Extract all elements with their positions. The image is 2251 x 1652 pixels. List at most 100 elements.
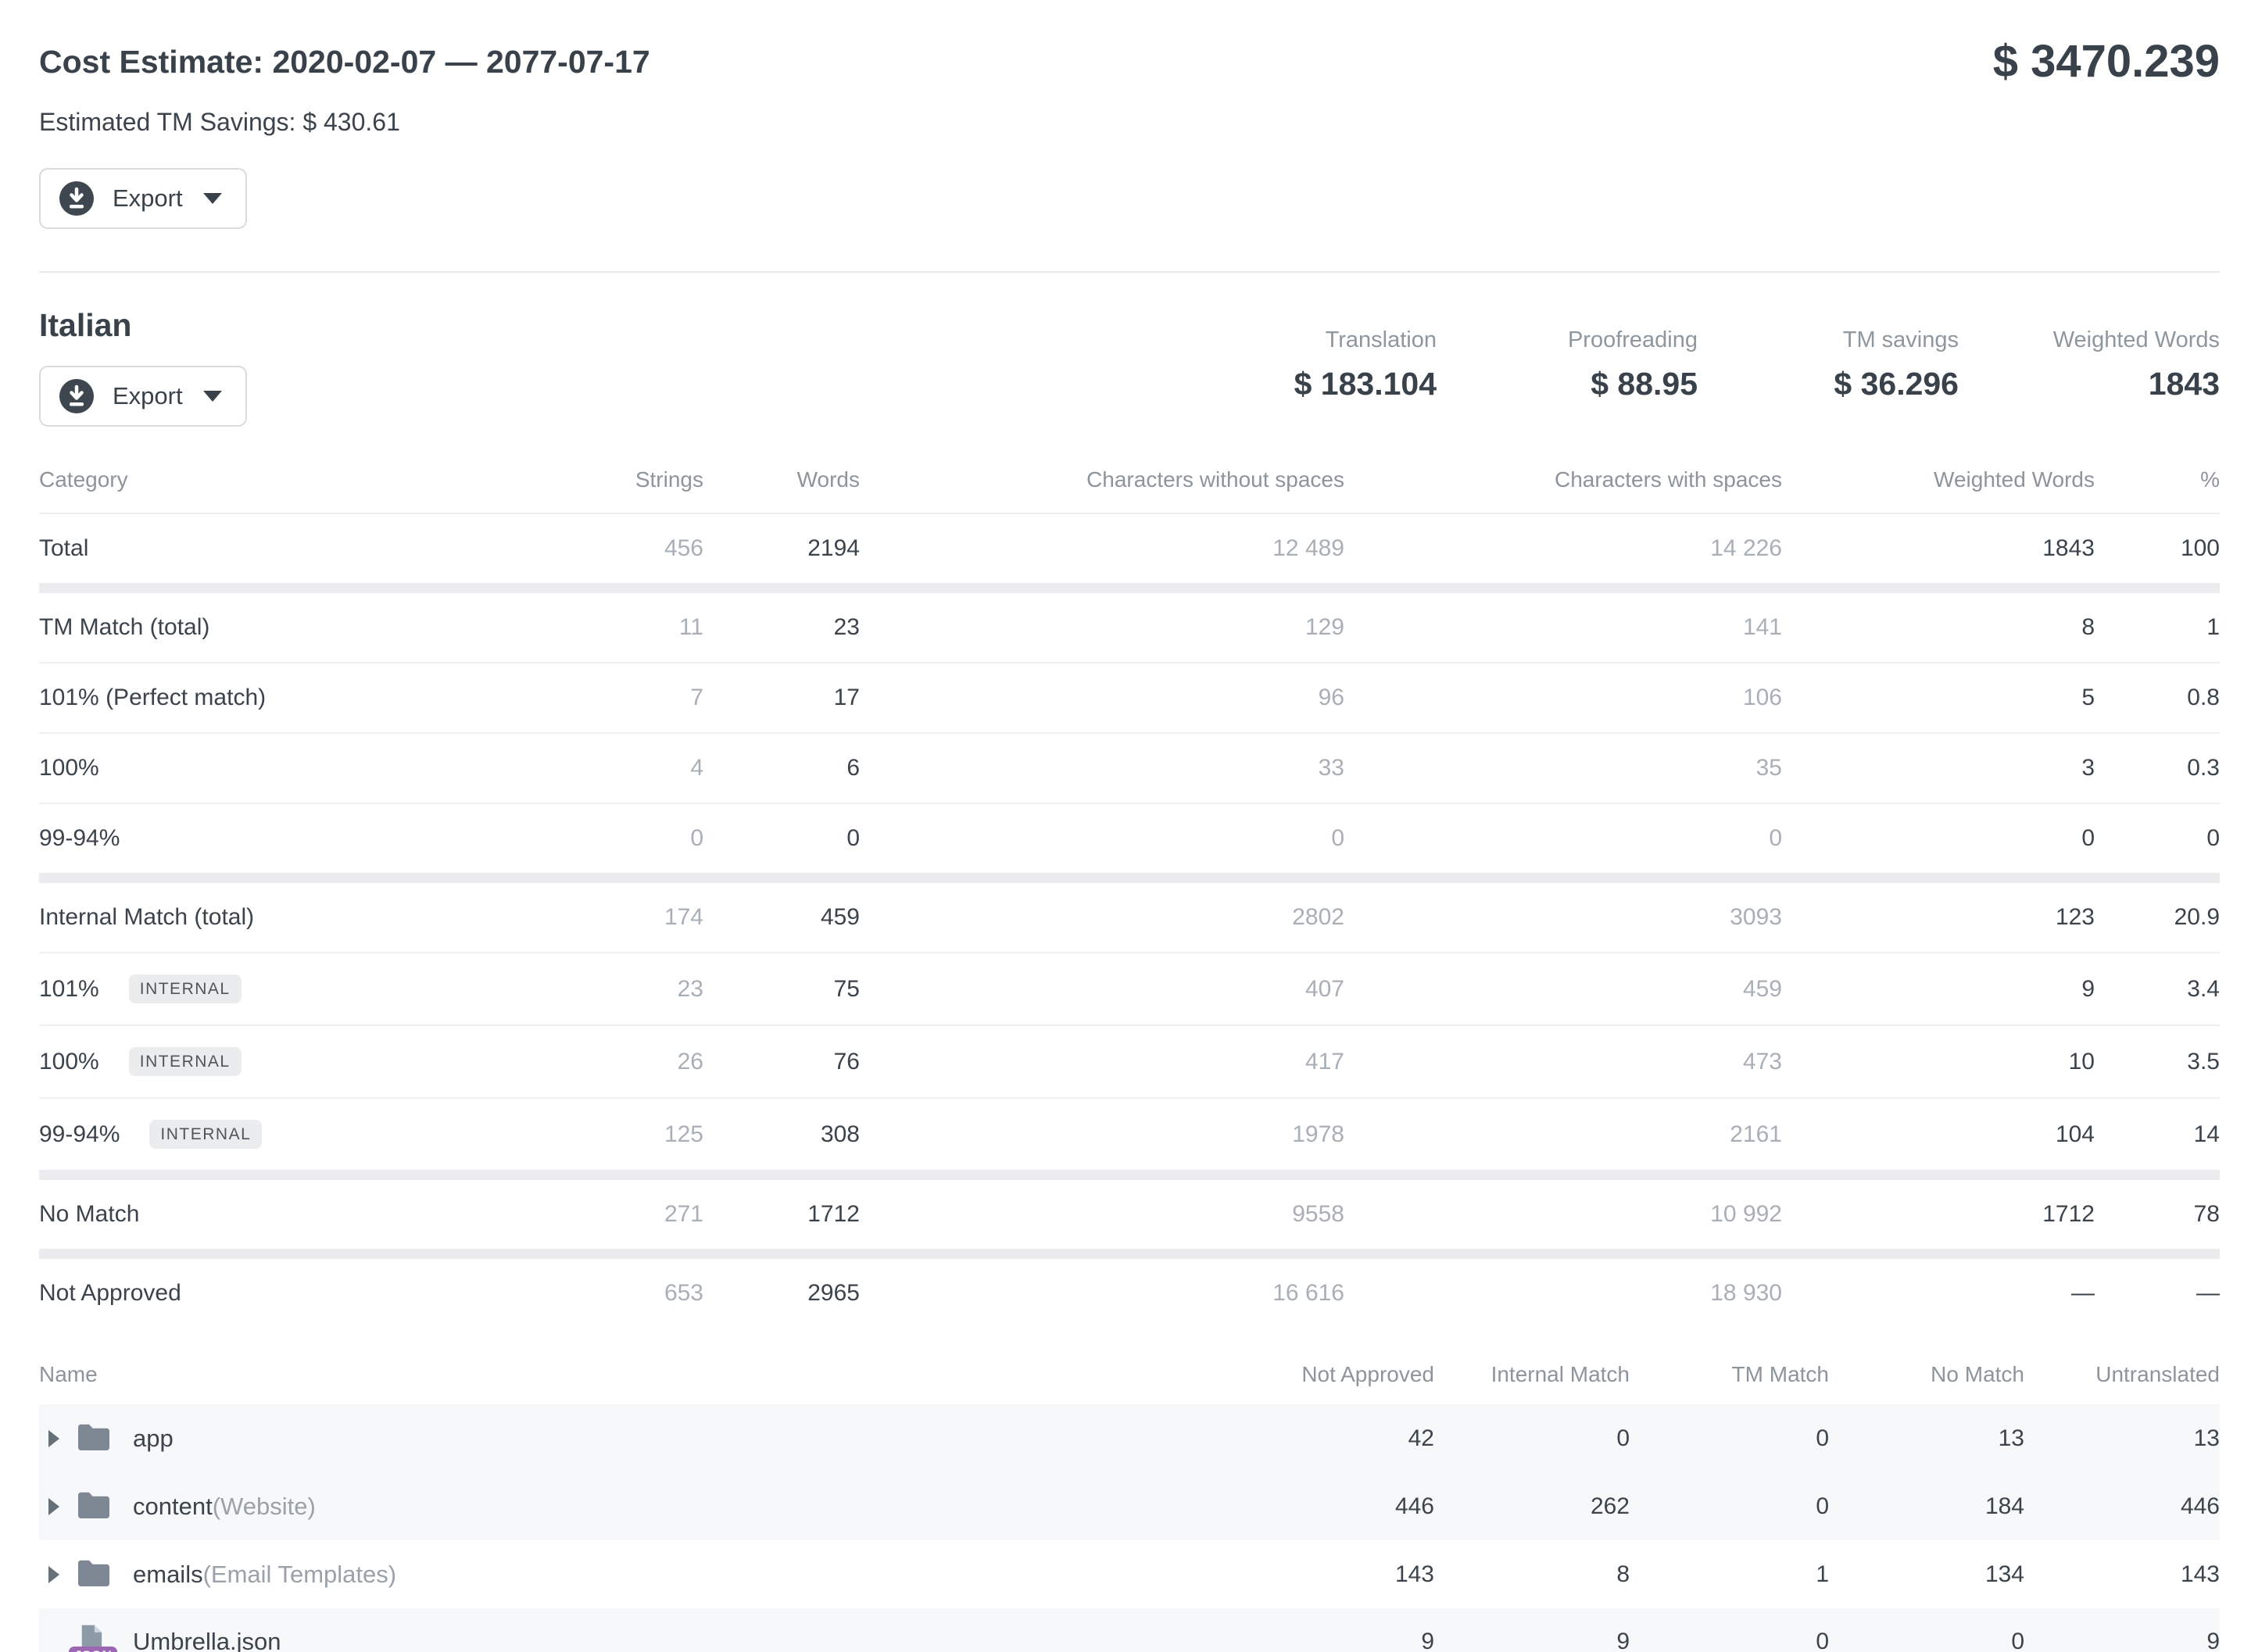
internal-match-value: 8: [1434, 1561, 1630, 1588]
caret-down-icon: [203, 193, 222, 204]
chars-without-spaces-value: 129: [860, 614, 1344, 641]
estimated-tm-savings: Estimated TM Savings: $ 430.61: [39, 108, 2220, 137]
words-value: 2194: [703, 535, 860, 562]
category-label: TM Match (total): [39, 614, 209, 641]
category-label: Total: [39, 535, 88, 562]
category-label: 99-94%: [39, 1121, 120, 1148]
caret-right-icon[interactable]: [48, 1430, 59, 1447]
internal-badge: INTERNAL: [129, 974, 242, 1003]
col-tm-match: TM Match: [1630, 1362, 1829, 1387]
percent-value: 14: [2095, 1121, 2220, 1148]
stat-value: 1843: [2032, 366, 2220, 402]
export-button[interactable]: Export: [39, 168, 247, 229]
percent-value: 3.5: [2095, 1049, 2220, 1075]
json-badge: JSON: [69, 1647, 117, 1652]
chars-without-spaces-value: 16 616: [860, 1280, 1344, 1307]
col-chars-without-spaces: Characters without spaces: [860, 467, 1344, 492]
stat-label: Translation: [1249, 327, 1437, 353]
weighted-words-value: 104: [1782, 1121, 2095, 1148]
not-approved-value: 42: [1239, 1425, 1434, 1452]
file-name: emails: [133, 1561, 203, 1588]
weighted-words-value: 10: [1782, 1049, 2095, 1075]
percent-value: 1: [2095, 614, 2220, 641]
weighted-words-value: 8: [1782, 614, 2095, 641]
col-no-match: No Match: [1829, 1362, 2024, 1387]
chars-without-spaces-value: 2802: [860, 904, 1344, 931]
chars-without-spaces-value: 12 489: [860, 535, 1344, 562]
words-value: 1712: [703, 1201, 860, 1228]
total-cost-value: $ 3470.239: [1993, 39, 2220, 84]
breakdown-table-header: Category Strings Words Characters withou…: [39, 455, 2220, 514]
col-chars-with-spaces: Characters with spaces: [1344, 467, 1782, 492]
chars-without-spaces-value: 407: [860, 976, 1344, 1003]
cost-stats: Translation $ 183.104 Proofreading $ 88.…: [1176, 327, 2220, 402]
strings-value: 11: [578, 614, 703, 641]
breakdown-row: Total 456 2194 12 489 14 226 1843 100: [39, 514, 2220, 593]
no-match-value: 13: [1829, 1425, 2024, 1452]
tm-match-value: 1: [1630, 1561, 1829, 1588]
stat-value: $ 88.95: [1510, 366, 1698, 402]
language-export-button[interactable]: Export: [39, 366, 247, 427]
breakdown-row: No Match 271 1712 9558 10 992 1712 78: [39, 1180, 2220, 1259]
file-name-suffix: (Email Templates): [203, 1561, 397, 1588]
words-value: 308: [703, 1121, 860, 1148]
strings-value: 26: [578, 1049, 703, 1075]
category-label: No Match: [39, 1201, 139, 1228]
chars-with-spaces-value: 35: [1344, 755, 1782, 781]
expander: [39, 1498, 75, 1515]
export-button-label: Export: [113, 382, 183, 410]
breakdown-row: 99-94% INTERNAL 125 308 1978 2161 104 14: [39, 1097, 2220, 1180]
file-row[interactable]: content(Website) 446 262 0 184 446: [39, 1472, 2220, 1540]
breakdown-row: 100% 4 6 33 35 3 0.3: [39, 732, 2220, 803]
download-icon: [59, 181, 94, 216]
stat-value: $ 183.104: [1249, 366, 1437, 402]
files-table: Name Not Approved Internal Match TM Matc…: [39, 1345, 2220, 1652]
breakdown-row: Not Approved 653 2965 16 616 18 930 — —: [39, 1259, 2220, 1328]
not-approved-value: 9: [1239, 1629, 1434, 1652]
percent-value: 20.9: [2095, 904, 2220, 931]
file-row[interactable]: app 42 0 0 13 13: [39, 1404, 2220, 1472]
page-header: Cost Estimate: 2020-02-07 — 2077-07-17 $…: [39, 38, 2220, 84]
chars-with-spaces-value: 141: [1344, 614, 1782, 641]
stat-block: Proofreading $ 88.95: [1510, 327, 1698, 402]
words-value: 75: [703, 976, 860, 1003]
caret-right-icon[interactable]: [48, 1498, 59, 1515]
category-label: 99-94%: [39, 825, 120, 852]
col-percent: %: [2095, 467, 2220, 492]
folder-icon: [75, 1555, 113, 1593]
words-value: 6: [703, 755, 860, 781]
words-value: 459: [703, 904, 860, 931]
breakdown-row: TM Match (total) 11 23 129 141 8 1: [39, 593, 2220, 662]
col-strings: Strings: [578, 467, 703, 492]
stat-label: Weighted Words: [2032, 327, 2220, 353]
breakdown-row: 99-94% 0 0 0 0 0 0: [39, 803, 2220, 883]
chars-without-spaces-value: 33: [860, 755, 1344, 781]
percent-value: 78: [2095, 1201, 2220, 1228]
chars-with-spaces-value: 0: [1344, 825, 1782, 852]
stat-value: $ 36.296: [1771, 366, 1959, 402]
percent-value: 0.8: [2095, 685, 2220, 711]
col-not-approved: Not Approved: [1239, 1362, 1434, 1387]
strings-value: 174: [578, 904, 703, 931]
untranslated-value: 9: [2024, 1629, 2220, 1652]
untranslated-value: 446: [2024, 1493, 2220, 1520]
file-row[interactable]: emails(Email Templates) 143 8 1 134 143: [39, 1540, 2220, 1608]
words-value: 17: [703, 685, 860, 711]
untranslated-value: 13: [2024, 1425, 2220, 1452]
strings-value: 4: [578, 755, 703, 781]
weighted-words-value: 1712: [1782, 1201, 2095, 1228]
caret-right-icon[interactable]: [48, 1566, 59, 1583]
chars-with-spaces-value: 18 930: [1344, 1280, 1782, 1307]
chars-with-spaces-value: 473: [1344, 1049, 1782, 1075]
strings-value: 456: [578, 535, 703, 562]
breakdown-row: 100% INTERNAL 26 76 417 473 10 3.5: [39, 1024, 2220, 1097]
file-name: Umbrella.json: [133, 1628, 281, 1652]
file-row[interactable]: JSON Umbrella.json 9 9 0 0 9: [39, 1608, 2220, 1652]
chars-with-spaces-value: 3093: [1344, 904, 1782, 931]
json-file-icon: JSON: [75, 1623, 111, 1652]
chars-without-spaces-value: 0: [860, 825, 1344, 852]
download-icon: [59, 379, 94, 413]
tm-match-value: 0: [1630, 1425, 1829, 1452]
weighted-words-value: —: [1782, 1280, 2095, 1307]
file-name: content: [133, 1493, 213, 1520]
